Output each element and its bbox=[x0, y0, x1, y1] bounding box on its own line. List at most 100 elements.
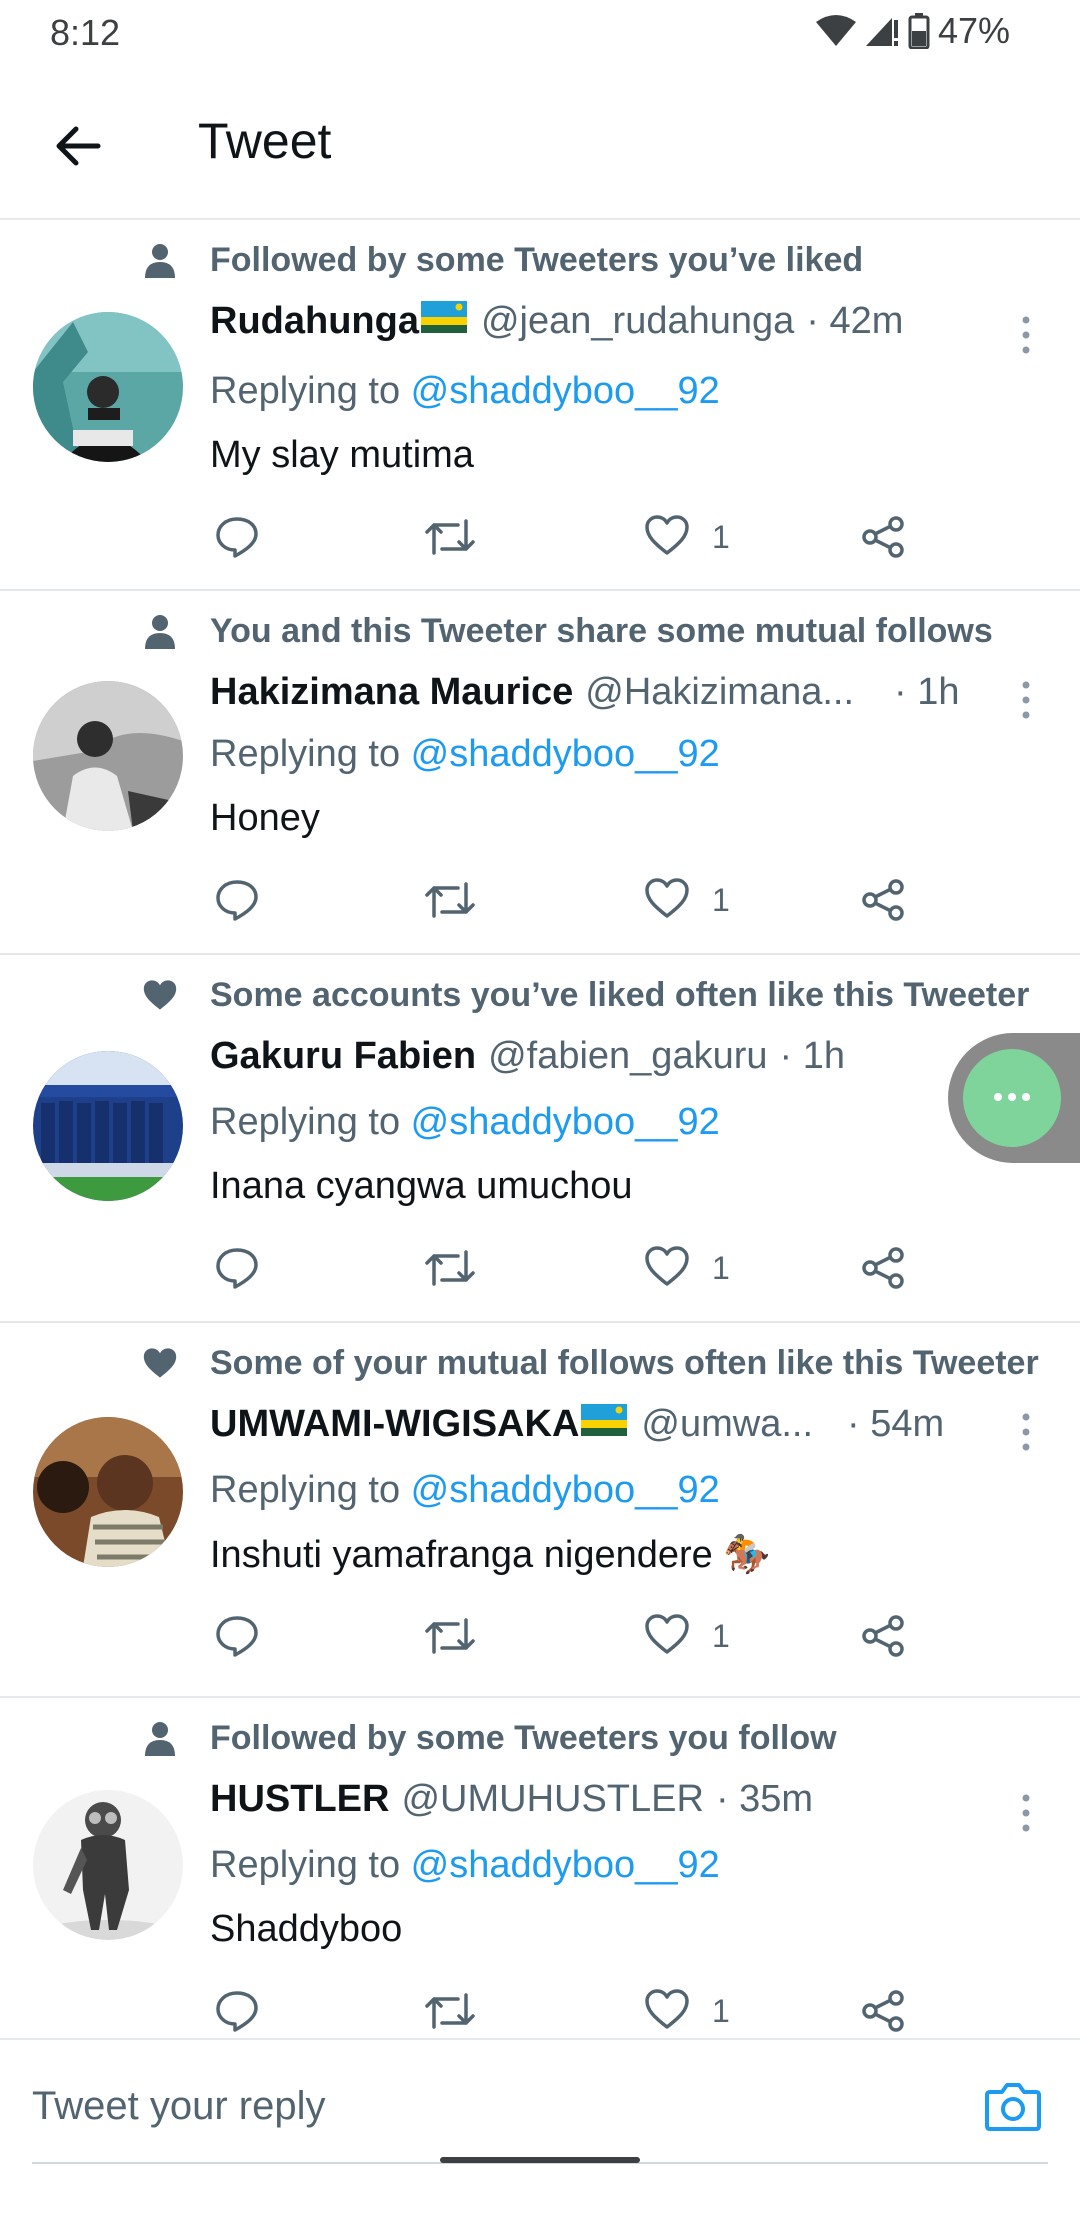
mention-link[interactable]: @shaddyboo__92 bbox=[411, 1101, 720, 1143]
tweet[interactable]: Some of your mutual follows often like t… bbox=[0, 1323, 1080, 1698]
replying-to-label: Replying to bbox=[210, 1469, 411, 1511]
social-context: Some of your mutual follows often like t… bbox=[140, 1343, 1039, 1383]
share-icon[interactable] bbox=[860, 512, 906, 562]
display-name[interactable]: Gakuru Fabien bbox=[210, 1035, 476, 1078]
more-options-icon[interactable] bbox=[1016, 312, 1036, 358]
tweet-header: Rudahunga @jean_rudahunga · 42m bbox=[210, 300, 903, 343]
floating-bubble[interactable] bbox=[948, 1033, 1080, 1163]
page-title: Tweet bbox=[198, 113, 332, 169]
replying-to: Replying to @shaddyboo__92 bbox=[210, 1469, 720, 1512]
tweet[interactable]: You and this Tweeter share some mutual f… bbox=[0, 591, 1080, 955]
social-context-text: You and this Tweeter share some mutual f… bbox=[210, 611, 993, 650]
timestamp: · 54m bbox=[847, 1403, 945, 1445]
person-icon bbox=[140, 240, 180, 280]
tweet-actions: 1 bbox=[210, 1611, 930, 1661]
reply-composer: Tweet your reply bbox=[0, 2038, 1080, 2220]
avatar[interactable] bbox=[33, 1417, 183, 1567]
display-name[interactable]: UMWAMI-WIGISAKA bbox=[210, 1403, 579, 1446]
handle[interactable]: @UMUHUSTLER bbox=[401, 1778, 703, 1821]
avatar[interactable] bbox=[33, 312, 183, 462]
social-context-text: Followed by some Tweeters you’ve liked bbox=[210, 240, 864, 279]
reply-icon[interactable] bbox=[214, 875, 260, 925]
replying-to-label: Replying to bbox=[210, 733, 411, 775]
like-count: 1 bbox=[712, 1992, 730, 2029]
tweet[interactable]: Followed by some Tweeters you follow HUS… bbox=[0, 1698, 1080, 2038]
tweet-actions: 1 bbox=[210, 1243, 930, 1293]
retweet-icon[interactable] bbox=[424, 512, 476, 562]
reply-icon[interactable] bbox=[214, 1611, 260, 1661]
tweet[interactable]: Some accounts you’ve liked often like th… bbox=[0, 955, 1080, 1323]
mention-link[interactable]: @shaddyboo__92 bbox=[411, 1844, 720, 1886]
reply-icon[interactable] bbox=[214, 1986, 260, 2036]
tweet-text: My slay mutima bbox=[210, 434, 474, 476]
status-icons: 47% bbox=[815, 10, 1010, 52]
tweet-actions: 1 bbox=[210, 1986, 930, 2036]
retweet-icon[interactable] bbox=[424, 1611, 476, 1661]
heart-filled-icon bbox=[140, 975, 180, 1015]
heart-outline-icon bbox=[644, 514, 690, 561]
share-icon[interactable] bbox=[860, 1243, 906, 1293]
home-indicator[interactable] bbox=[440, 2157, 640, 2163]
retweet-icon[interactable] bbox=[424, 1243, 476, 1293]
like-count: 1 bbox=[712, 518, 730, 555]
person-icon bbox=[140, 1718, 180, 1758]
back-arrow-icon[interactable] bbox=[48, 116, 108, 176]
tweet[interactable]: Followed by some Tweeters you’ve liked R… bbox=[0, 220, 1080, 591]
tweet-header: Hakizimana Maurice @Hakizimana... · 1h bbox=[210, 671, 960, 714]
social-context-text: Followed by some Tweeters you follow bbox=[210, 1718, 837, 1757]
replying-to: Replying to @shaddyboo__92 bbox=[210, 733, 720, 776]
top-app-bar: Tweet bbox=[0, 66, 1080, 220]
tweet-header: HUSTLER @UMUHUSTLER · 35m bbox=[210, 1778, 813, 1821]
floating-menu-button[interactable] bbox=[963, 1049, 1061, 1147]
replies-feed[interactable]: Followed by some Tweeters you’ve liked R… bbox=[0, 220, 1080, 2038]
social-context-text: Some accounts you’ve liked often like th… bbox=[210, 975, 1030, 1014]
like-button[interactable]: 1 bbox=[644, 1986, 730, 2036]
tweet-text: Shaddyboo bbox=[210, 1908, 403, 1950]
reply-input[interactable]: Tweet your reply bbox=[32, 2084, 325, 2129]
tweet-header: Gakuru Fabien @fabien_gakuru · 1h bbox=[210, 1035, 845, 1078]
social-context: Followed by some Tweeters you’ve liked bbox=[140, 240, 863, 280]
reply-icon[interactable] bbox=[214, 1243, 260, 1293]
handle[interactable]: @jean_rudahunga bbox=[481, 300, 794, 343]
mention-link[interactable]: @shaddyboo__92 bbox=[411, 1469, 720, 1511]
retweet-icon[interactable] bbox=[424, 1986, 476, 2036]
battery-icon bbox=[908, 13, 930, 49]
share-icon[interactable] bbox=[860, 1986, 906, 2036]
handle[interactable]: @umwa... bbox=[641, 1403, 813, 1446]
timestamp: · 42m bbox=[806, 300, 904, 342]
heart-outline-icon bbox=[644, 1245, 690, 1292]
status-bar: 8:12 47% bbox=[0, 0, 1080, 66]
like-button[interactable]: 1 bbox=[644, 512, 730, 562]
replying-to: Replying to @shaddyboo__92 bbox=[210, 1844, 720, 1887]
mention-link[interactable]: @shaddyboo__92 bbox=[411, 370, 720, 412]
social-context: Followed by some Tweeters you follow bbox=[140, 1718, 837, 1758]
mention-link[interactable]: @shaddyboo__92 bbox=[411, 733, 720, 775]
avatar[interactable] bbox=[33, 681, 183, 831]
heart-outline-icon bbox=[644, 877, 690, 924]
more-options-icon[interactable] bbox=[1016, 677, 1036, 723]
like-button[interactable]: 1 bbox=[644, 1611, 730, 1661]
share-icon[interactable] bbox=[860, 875, 906, 925]
avatar[interactable] bbox=[33, 1790, 183, 1940]
handle[interactable]: @Hakizimana... bbox=[585, 671, 854, 714]
like-button[interactable]: 1 bbox=[644, 1243, 730, 1293]
like-count: 1 bbox=[712, 1249, 730, 1286]
display-name[interactable]: Rudahunga bbox=[210, 300, 419, 343]
more-options-icon[interactable] bbox=[1016, 1409, 1036, 1455]
handle[interactable]: @fabien_gakuru bbox=[488, 1035, 767, 1078]
share-icon[interactable] bbox=[860, 1611, 906, 1661]
reply-icon[interactable] bbox=[214, 512, 260, 562]
camera-icon[interactable] bbox=[984, 2080, 1042, 2132]
more-options-icon[interactable] bbox=[1016, 1790, 1036, 1836]
replying-to-label: Replying to bbox=[210, 1844, 411, 1886]
more-horizontal-icon bbox=[992, 1089, 1032, 1107]
timestamp: · 1h bbox=[779, 1035, 845, 1077]
heart-outline-icon bbox=[644, 1988, 690, 2035]
display-name[interactable]: Hakizimana Maurice bbox=[210, 671, 573, 714]
replying-to-label: Replying to bbox=[210, 1101, 411, 1143]
retweet-icon[interactable] bbox=[424, 875, 476, 925]
replying-to-label: Replying to bbox=[210, 370, 411, 412]
avatar[interactable] bbox=[33, 1051, 183, 1201]
like-button[interactable]: 1 bbox=[644, 875, 730, 925]
display-name[interactable]: HUSTLER bbox=[210, 1778, 389, 1821]
